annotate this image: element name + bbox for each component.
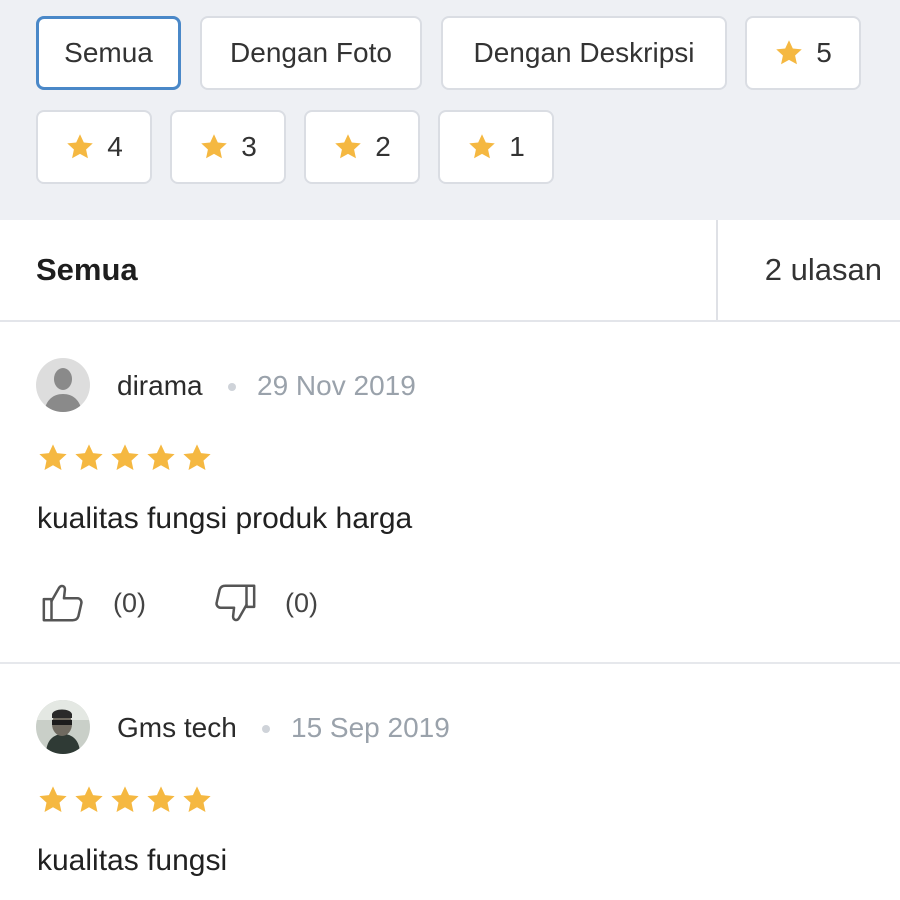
star-icon [37,442,69,474]
review-item: Gms tech 15 Sep 2019 kualitas fungsi [0,664,900,900]
separator-dot [228,383,236,391]
summary-title: Semua [36,252,138,287]
star-icon [199,132,229,162]
filter-4-star-button[interactable]: 4 [36,110,152,184]
filter-4-star-label: 4 [107,131,123,162]
star-icon [467,132,497,162]
review-filter-panel: Semua Dengan Foto Dengan Deskripsi 5 4 3… [0,0,900,220]
review-text: kualitas fungsi [37,844,228,877]
rating-stars [37,442,213,474]
dislike-count: (0) [285,587,318,618]
star-icon [181,442,213,474]
filter-5-star-button[interactable]: 5 [745,16,861,90]
filter-with-description-label: Dengan Deskripsi [473,37,695,68]
star-icon [333,132,363,162]
star-icon [181,784,213,816]
user-photo-avatar [36,700,90,754]
like-count: (0) [113,587,146,618]
star-icon [109,784,141,816]
filter-all-button[interactable]: Semua [36,16,181,90]
filter-1-star-button[interactable]: 1 [438,110,554,184]
like-button[interactable]: (0) [40,580,146,626]
filter-with-photo-button[interactable]: Dengan Foto [200,16,422,90]
filter-2-star-label: 2 [375,131,391,162]
review-count: 2 ulasan [764,252,882,287]
star-icon [73,784,105,816]
star-icon [73,442,105,474]
star-icon [37,784,69,816]
star-icon [774,38,804,68]
thumbs-up-icon [42,584,83,622]
filter-3-star-label: 3 [241,131,257,162]
summary-divider [716,220,718,320]
avatar[interactable] [36,358,90,412]
rating-stars [37,784,213,816]
review-item: dirama 29 Nov 2019 kualitas fungsi produ… [0,322,900,664]
default-avatar-icon [36,358,90,412]
avatar[interactable] [36,700,90,754]
star-icon [65,132,95,162]
star-icon [109,442,141,474]
dislike-button[interactable]: (0) [212,580,318,626]
filter-1-star-label: 1 [509,131,525,162]
filter-5-star-label: 5 [816,37,832,68]
filter-2-star-button[interactable]: 2 [304,110,420,184]
review-summary-bar: Semua 2 ulasan [0,220,900,322]
filter-with-description-button[interactable]: Dengan Deskripsi [441,16,727,90]
filter-all-label: Semua [64,37,153,68]
reviewer-name[interactable]: Gms tech [117,712,237,744]
star-icon [145,784,177,816]
review-text: kualitas fungsi produk harga [37,502,413,535]
filter-with-photo-label: Dengan Foto [230,37,392,68]
review-date: 29 Nov 2019 [257,370,416,401]
separator-dot [262,725,270,733]
review-date: 15 Sep 2019 [291,712,450,743]
reviewer-name[interactable]: dirama [117,370,203,402]
filter-3-star-button[interactable]: 3 [170,110,286,184]
thumbs-down-icon [215,584,256,622]
star-icon [145,442,177,474]
